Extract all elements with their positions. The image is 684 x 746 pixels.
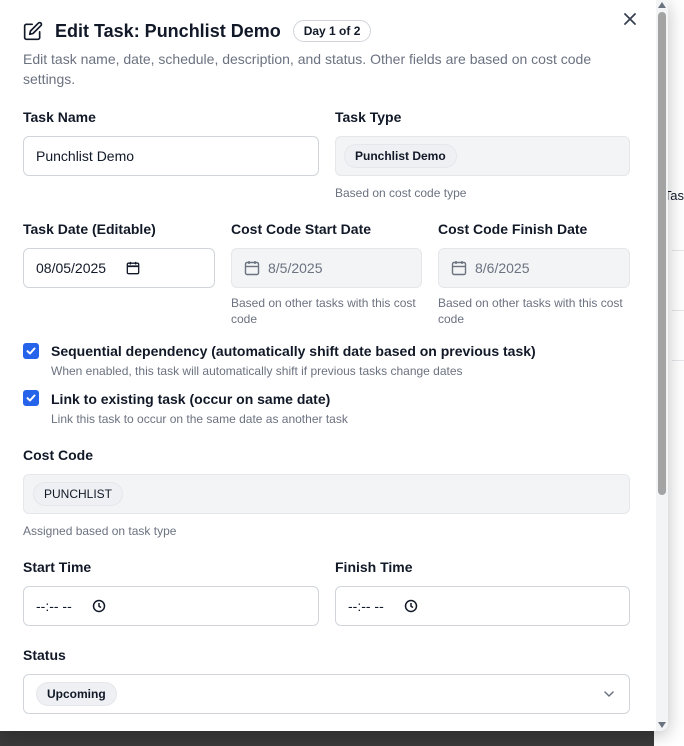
background-divider bbox=[672, 360, 684, 361]
sequential-dependency-checkbox[interactable] bbox=[23, 343, 39, 359]
task-date-input[interactable]: 08/05/2025 bbox=[23, 248, 215, 288]
dialog-title: Edit Task: Punchlist Demo bbox=[55, 20, 281, 41]
close-button[interactable] bbox=[622, 12, 638, 28]
task-name-label: Task Name bbox=[23, 109, 96, 125]
task-type-help: Based on cost code type bbox=[335, 186, 467, 200]
start-time-value: --:-- -- bbox=[36, 598, 72, 614]
cost-code-start-value: 8/5/2025 bbox=[268, 260, 323, 276]
status-select[interactable]: Upcoming bbox=[23, 674, 630, 714]
task-type-label: Task Type bbox=[335, 109, 402, 125]
clock-icon[interactable] bbox=[404, 599, 418, 613]
dialog-scrollbar[interactable] bbox=[656, 0, 668, 731]
dialog-header: Edit Task: Punchlist Demo Day 1 of 2 bbox=[23, 20, 372, 42]
close-icon bbox=[624, 13, 636, 25]
cost-code-finish-value: 8/6/2025 bbox=[475, 260, 530, 276]
finish-time-label: Finish Time bbox=[335, 559, 413, 575]
cost-code-start-field: 8/5/2025 bbox=[231, 248, 422, 288]
scroll-down-arrow-icon[interactable] bbox=[658, 722, 666, 728]
checkmark-icon bbox=[26, 347, 36, 355]
task-name-value: Punchlist Demo bbox=[36, 148, 135, 164]
start-time-label: Start Time bbox=[23, 559, 92, 575]
task-date-label: Task Date (Editable) bbox=[23, 221, 156, 237]
dialog-scroll-area: Edit Task: Punchlist Demo Day 1 of 2 Edi… bbox=[0, 0, 656, 731]
start-time-input[interactable]: --:-- -- bbox=[23, 586, 319, 626]
cost-code-chip: PUNCHLIST bbox=[33, 482, 124, 506]
dialog-description: Edit task name, date, schedule, descript… bbox=[23, 51, 592, 87]
chevron-down-icon bbox=[604, 691, 614, 697]
background-divider bbox=[672, 310, 684, 311]
cost-code-start-label: Cost Code Start Date bbox=[231, 221, 372, 237]
task-type-field: Punchlist Demo bbox=[335, 136, 630, 176]
link-task-label[interactable]: Link to existing task (occur on same dat… bbox=[51, 391, 330, 407]
cost-code-finish-field: 8/6/2025 bbox=[438, 248, 630, 288]
task-name-input[interactable]: Punchlist Demo bbox=[23, 136, 319, 176]
cost-code-label: Cost Code bbox=[23, 447, 93, 463]
task-type-chip: Punchlist Demo bbox=[344, 144, 457, 168]
task-date-value: 08/05/2025 bbox=[36, 260, 107, 276]
scrollbar-thumb[interactable] bbox=[658, 12, 666, 495]
edit-task-dialog: Edit Task: Punchlist Demo Day 1 of 2 Edi… bbox=[0, 0, 668, 731]
edit-icon bbox=[23, 21, 43, 41]
clock-icon[interactable] bbox=[92, 599, 106, 613]
calendar-icon bbox=[451, 261, 467, 276]
sequential-dependency-help: When enabled, this task will automatical… bbox=[51, 364, 463, 378]
cost-code-finish-help: Based on other tasks with this cost code bbox=[438, 296, 623, 326]
sequential-dependency-label[interactable]: Sequential dependency (automatically shi… bbox=[51, 343, 536, 359]
finish-time-input[interactable]: --:-- -- bbox=[335, 586, 630, 626]
day-badge: Day 1 of 2 bbox=[292, 20, 372, 42]
link-task-help: Link this task to occur on the same date… bbox=[51, 412, 348, 426]
cost-code-finish-label: Cost Code Finish Date bbox=[438, 221, 588, 237]
cost-code-start-help: Based on other tasks with this cost code bbox=[231, 296, 416, 326]
checkmark-icon bbox=[26, 394, 36, 402]
calendar-picker-icon[interactable] bbox=[126, 261, 140, 275]
calendar-icon bbox=[244, 261, 260, 276]
finish-time-value: --:-- -- bbox=[348, 598, 384, 614]
cost-code-field: PUNCHLIST bbox=[23, 474, 630, 514]
background-divider bbox=[672, 250, 684, 251]
status-label: Status bbox=[23, 647, 66, 663]
scroll-up-arrow-icon[interactable] bbox=[658, 2, 666, 8]
link-task-checkbox[interactable] bbox=[23, 390, 39, 406]
cost-code-help: Assigned based on task type bbox=[23, 524, 177, 538]
status-chip: Upcoming bbox=[36, 682, 117, 706]
